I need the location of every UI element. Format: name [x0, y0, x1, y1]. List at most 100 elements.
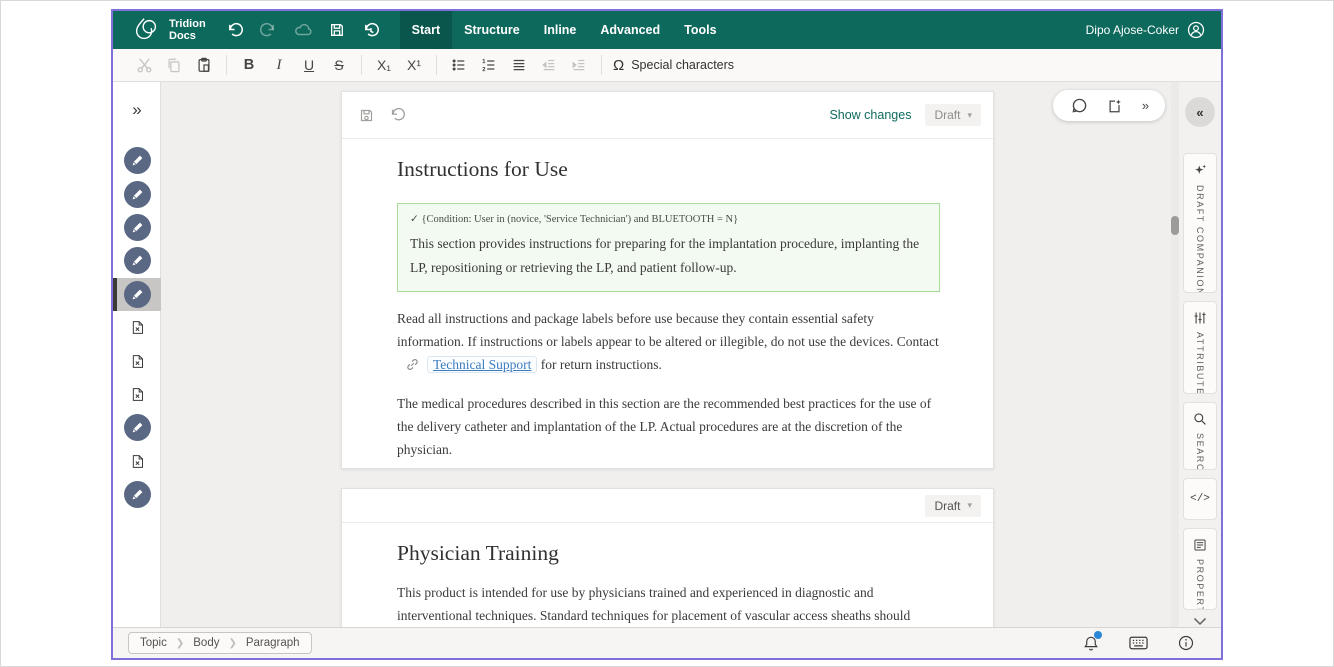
bold-button[interactable]: B: [234, 52, 264, 78]
section-header: Show changes Draft ▾: [342, 92, 993, 139]
justify-icon[interactable]: [504, 52, 534, 78]
paragraph-1[interactable]: This product is intended for use by phys…: [397, 581, 940, 627]
edit-pencil-icon: [124, 281, 151, 308]
sparkles-icon: [1193, 163, 1208, 178]
tab-properties[interactable]: PROPERTIES: [1183, 528, 1217, 610]
paste-icon[interactable]: [189, 52, 219, 78]
menu-start[interactable]: Start: [400, 11, 452, 49]
breadcrumb-topic[interactable]: Topic: [131, 637, 176, 649]
history-icon[interactable]: [356, 15, 386, 45]
breadcrumb-separator: ❯: [176, 638, 184, 649]
indent-icon[interactable]: [564, 52, 594, 78]
breadcrumb-body[interactable]: Body: [184, 637, 228, 649]
condition-block[interactable]: ✓ {Condition: User in (novice, 'Service …: [397, 203, 940, 292]
section-undo-icon[interactable]: [389, 107, 405, 123]
superscript-button[interactable]: X¹: [399, 52, 429, 78]
paragraph-1-text: Read all instructions and package labels…: [397, 311, 939, 349]
svg-text:2: 2: [482, 67, 485, 73]
code-icon: </>: [1190, 493, 1210, 505]
special-characters-label: Special characters: [631, 58, 734, 72]
tab-attributes[interactable]: ATTRIBUTES: [1183, 301, 1217, 394]
special-characters-button[interactable]: Ω Special characters: [613, 57, 734, 74]
status-icons: [1083, 635, 1194, 652]
toolbar-separator: [226, 55, 227, 75]
topic-item-edit[interactable]: [113, 177, 161, 210]
tab-draft-companion[interactable]: DRAFT COMPANION: [1183, 153, 1217, 293]
strikethrough-button[interactable]: S: [324, 52, 354, 78]
search-icon: [1193, 412, 1207, 426]
breadcrumb-paragraph[interactable]: Paragraph: [237, 637, 309, 649]
top-bar: Tridion Docs StartStructureInlineAdvance…: [113, 11, 1221, 49]
keyboard-icon: [1129, 636, 1148, 650]
condition-text: {Condition: User in (novice, 'Service Te…: [421, 214, 738, 225]
toolbar-separator: [361, 55, 362, 75]
save-icon[interactable]: [322, 15, 352, 45]
rail-scroll-down-button[interactable]: [1179, 617, 1221, 626]
sidebar-expand-button[interactable]: »: [113, 100, 161, 120]
subscript-button[interactable]: X₁: [369, 52, 399, 78]
paragraph-2[interactable]: The medical procedures described in this…: [397, 392, 940, 462]
tab-source-code[interactable]: </>: [1183, 478, 1217, 520]
topic-item-edit[interactable]: [113, 211, 161, 244]
italic-button[interactable]: I: [264, 52, 294, 78]
tab-search[interactable]: SEARCH: [1183, 402, 1217, 470]
topic-item-file[interactable]: [113, 311, 161, 344]
topic-item-file[interactable]: [113, 445, 161, 478]
show-changes-link[interactable]: Show changes: [829, 108, 911, 122]
pill-more-icon[interactable]: »: [1142, 98, 1147, 113]
toolbar-separator: [601, 55, 602, 75]
topic-item-file[interactable]: [113, 378, 161, 411]
bullet-list-icon[interactable]: [444, 52, 474, 78]
section-header: Draft ▾: [342, 489, 993, 523]
annotate-page-icon[interactable]: [1107, 98, 1123, 114]
chevron-down-icon: ▾: [967, 110, 972, 121]
menu-advanced[interactable]: Advanced: [588, 11, 672, 49]
cloud-publish-icon[interactable]: [288, 15, 318, 45]
cut-icon[interactable]: [129, 52, 159, 78]
paragraph-1[interactable]: Read all instructions and package labels…: [397, 307, 940, 377]
status-label: Draft: [934, 108, 960, 122]
info-button[interactable]: [1178, 635, 1194, 651]
topic-item-edit[interactable]: [113, 244, 161, 277]
numbered-list-icon[interactable]: 12: [474, 52, 504, 78]
section-body[interactable]: Physician Training This product is inten…: [342, 541, 993, 627]
topic-item-edit[interactable]: [113, 478, 161, 511]
underline-button[interactable]: U: [294, 52, 324, 78]
undo-icon[interactable]: [220, 15, 250, 45]
menu-inline[interactable]: Inline: [532, 11, 589, 49]
edit-pencil-icon: [124, 481, 151, 508]
vertical-scrollbar[interactable]: [1171, 82, 1179, 629]
menu-tools[interactable]: Tools: [672, 11, 728, 49]
status-label: Draft: [934, 499, 960, 513]
topic-item-edit[interactable]: [113, 411, 161, 444]
keyboard-shortcuts-button[interactable]: [1129, 636, 1148, 650]
status-dropdown[interactable]: Draft ▾: [925, 104, 981, 126]
topbar-spacer: [729, 11, 1086, 49]
technical-support-link[interactable]: Technical Support: [427, 356, 537, 373]
avatar-icon: [1187, 21, 1205, 39]
topic-item-edit[interactable]: [113, 278, 161, 311]
rail-collapse-button[interactable]: «: [1185, 97, 1215, 127]
redo-icon[interactable]: [254, 15, 284, 45]
sliders-icon: [1193, 311, 1207, 325]
screenshot-canvas: Tridion Docs StartStructureInlineAdvance…: [0, 0, 1334, 667]
condition-paragraph[interactable]: This section provides instructions for p…: [410, 232, 927, 279]
section-save-icon[interactable]: [359, 108, 374, 123]
notifications-button[interactable]: [1083, 635, 1099, 652]
copy-icon[interactable]: [159, 52, 189, 78]
paragraph-1-tail: for return instructions.: [541, 357, 662, 372]
condition-check-icon: ✓: [410, 214, 419, 225]
section-title[interactable]: Physician Training: [397, 541, 940, 566]
scrollbar-thumb[interactable]: [1171, 216, 1179, 235]
comment-icon[interactable]: [1071, 97, 1088, 114]
outdent-icon[interactable]: [534, 52, 564, 78]
status-dropdown[interactable]: Draft ▾: [925, 495, 981, 517]
user-account[interactable]: Dipo Ajose-Coker: [1086, 11, 1221, 49]
section-body[interactable]: Instructions for Use ✓ {Condition: User …: [342, 157, 993, 461]
topic-item-edit[interactable]: [113, 144, 161, 177]
tab-label: DRAFT COMPANION: [1195, 185, 1205, 293]
topic-item-file[interactable]: [113, 344, 161, 377]
breadcrumb-separator: ❯: [228, 638, 236, 649]
menu-structure[interactable]: Structure: [452, 11, 532, 49]
section-title[interactable]: Instructions for Use: [397, 157, 940, 182]
